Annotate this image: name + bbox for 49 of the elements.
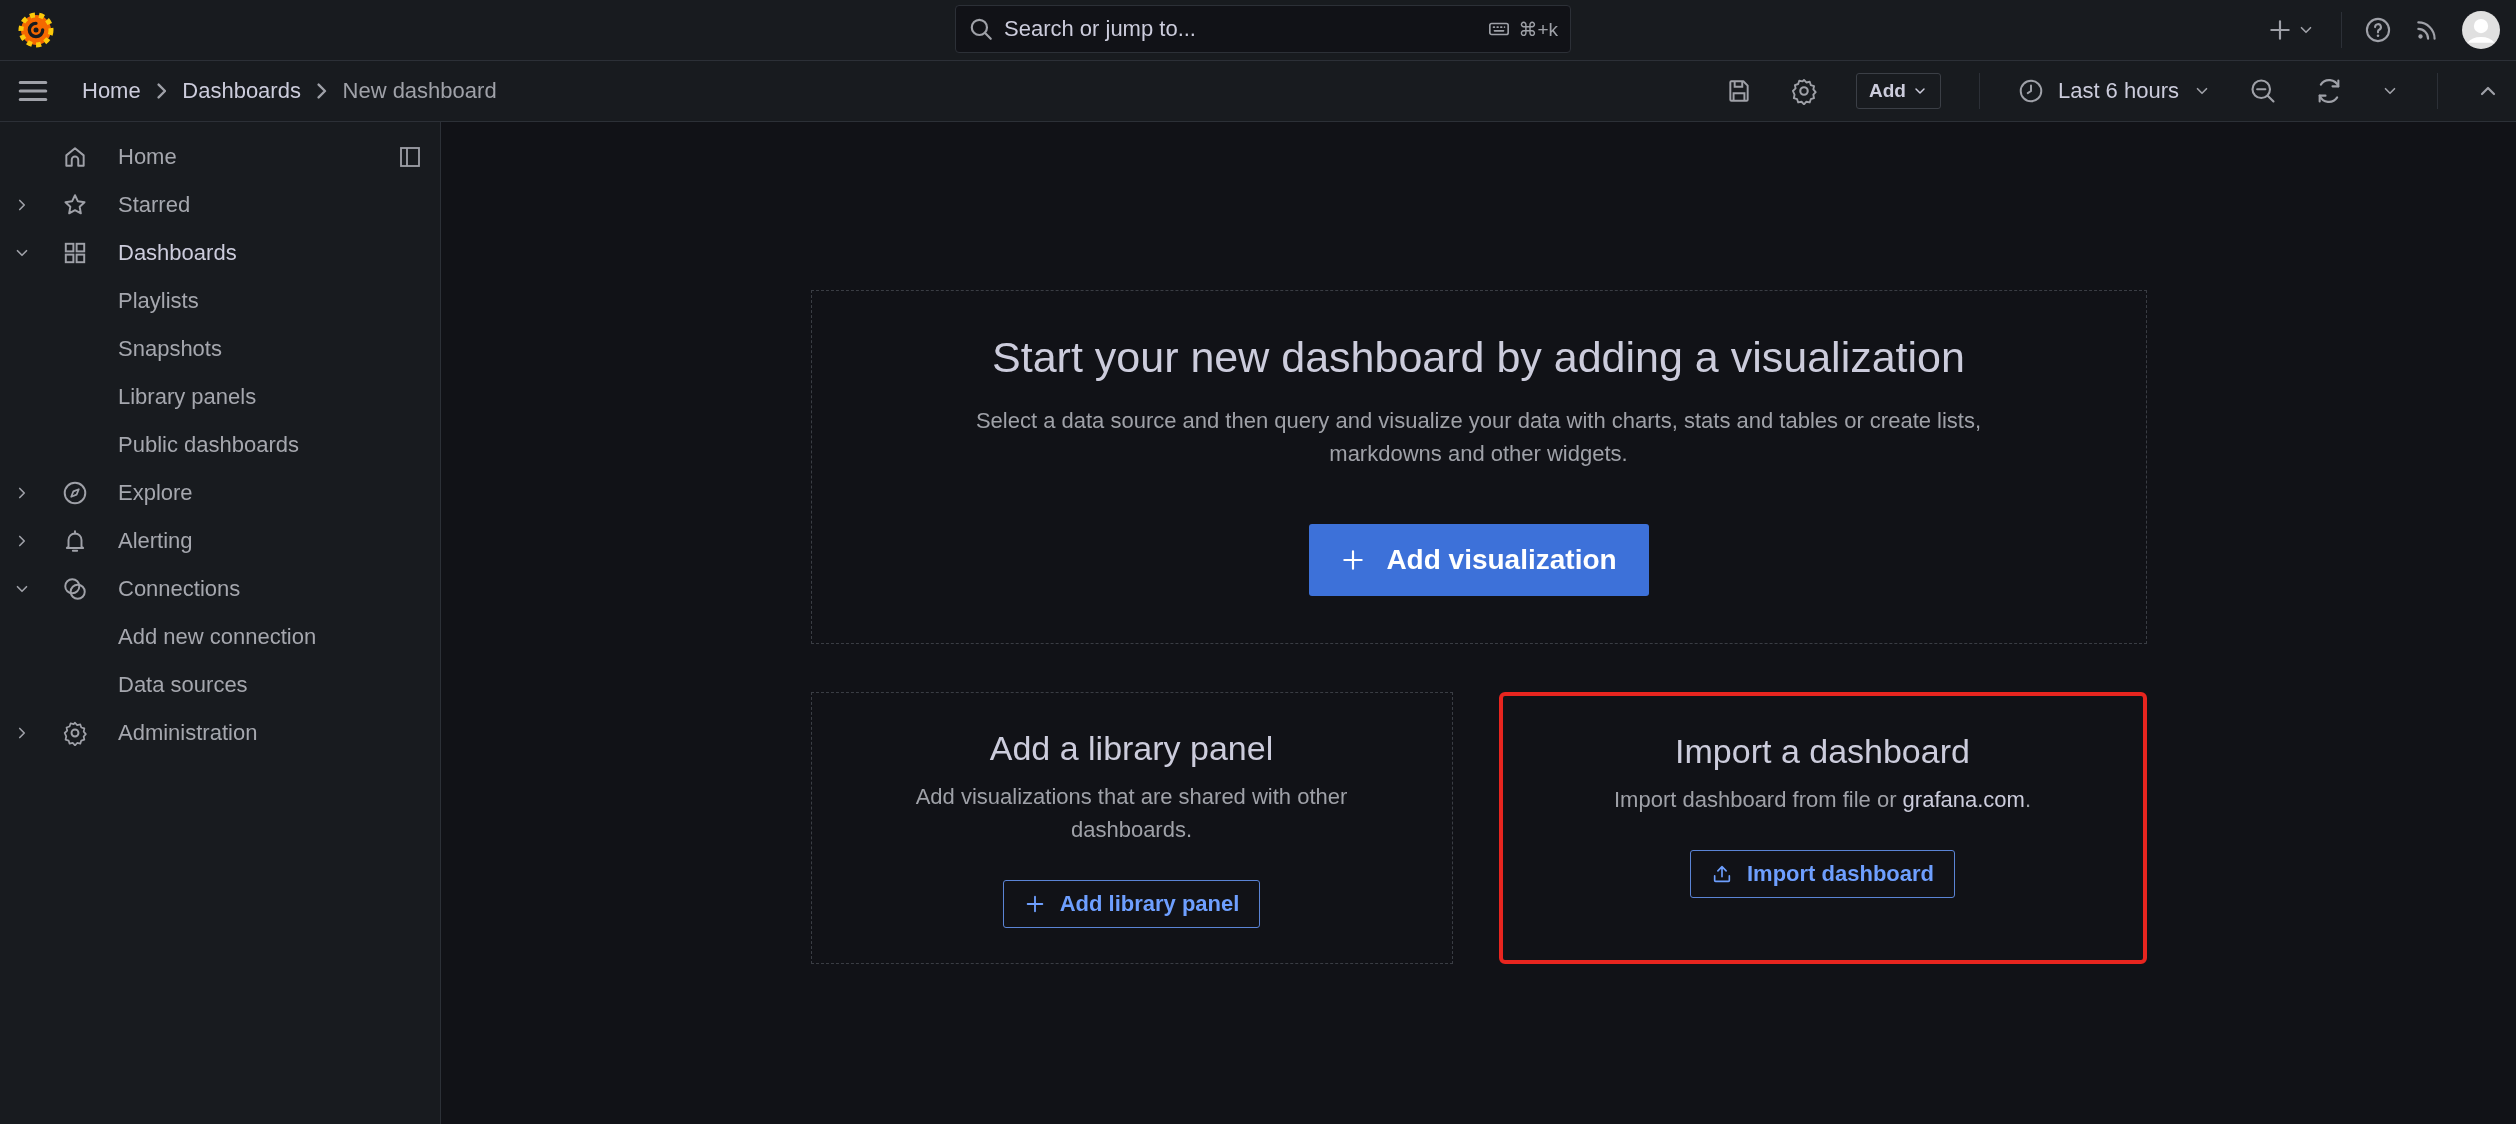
breadcrumb-link[interactable]: Dashboards	[182, 78, 301, 104]
nav-item[interactable]: Connections	[118, 576, 241, 602]
card-description: Import dashboard from file or grafana.com.	[1613, 786, 2032, 814]
nav-item[interactable]: Library panels	[118, 384, 257, 410]
gear-icon	[62, 720, 88, 746]
home-icon	[62, 144, 88, 170]
settings-icon[interactable]	[1790, 77, 1818, 105]
nav-item[interactable]: Administration	[118, 720, 258, 746]
add-button[interactable]: Add	[1856, 73, 1941, 109]
search-field[interactable]: Search or jump to... ⌘+k	[955, 5, 1571, 53]
upload-icon	[1711, 863, 1733, 885]
plus-icon	[2267, 17, 2293, 43]
panel-description: Select a data source and then query and visualize your data with charts, stats and tables or create lists, markdowns and other widgets.	[974, 407, 1983, 468]
card-description: Add visualizations that are shared with other dashboards.	[914, 783, 1349, 844]
add-visualization-button[interactable]: Add visualization	[1308, 524, 1649, 596]
time-range-picker[interactable]: Last 6 hours	[2017, 78, 2211, 104]
import-dashboard-button[interactable]: Import dashboard	[1690, 850, 1955, 898]
clock-icon	[2017, 78, 2044, 104]
help-icon[interactable]	[2364, 16, 2392, 44]
add-library-panel-button[interactable]: Add library panel	[1002, 880, 1261, 928]
nav-item[interactable]: Public dashboards	[118, 432, 299, 458]
nav-item[interactable]: Data sources	[118, 672, 248, 698]
chevron-right-icon	[316, 83, 327, 99]
card-title: Import a dashboard	[1675, 732, 1970, 771]
nav-item[interactable]: Home	[118, 144, 177, 170]
logo-icon[interactable]	[16, 10, 56, 50]
search-input[interactable]: Search or jump to...	[1002, 15, 1481, 43]
compass-icon	[62, 480, 88, 506]
save-icon[interactable]	[1726, 78, 1752, 104]
nav-item[interactable]: Playlists	[118, 288, 199, 314]
link[interactable]: grafana.com	[1902, 787, 2025, 812]
dock-icon[interactable]	[398, 145, 422, 169]
nav-item[interactable]: Add new connection	[118, 624, 317, 650]
nav-item[interactable]: Explore	[118, 480, 193, 506]
breadcrumb-link[interactable]: New dashboard	[342, 78, 497, 104]
search-icon	[968, 16, 994, 42]
breadcrumb-link[interactable]: Home	[82, 78, 141, 104]
nav-item[interactable]: Dashboards	[118, 240, 237, 266]
card-title: Add a library panel	[989, 729, 1274, 768]
nav-item[interactable]: Starred	[118, 192, 191, 218]
nav-item[interactable]: Snapshots	[118, 336, 222, 362]
panel-title: Start your new dashboard by adding a visualization	[992, 333, 1965, 382]
chevron-right-icon	[156, 83, 167, 99]
nav-item[interactable]: Alerting	[118, 528, 193, 554]
linked-circles-icon	[62, 576, 88, 602]
grid-icon	[62, 240, 88, 266]
avatar-icon[interactable]	[2462, 11, 2500, 49]
zoom-out-icon[interactable]	[2249, 77, 2277, 105]
shortcut-text: ⌘+k	[1518, 17, 1558, 41]
